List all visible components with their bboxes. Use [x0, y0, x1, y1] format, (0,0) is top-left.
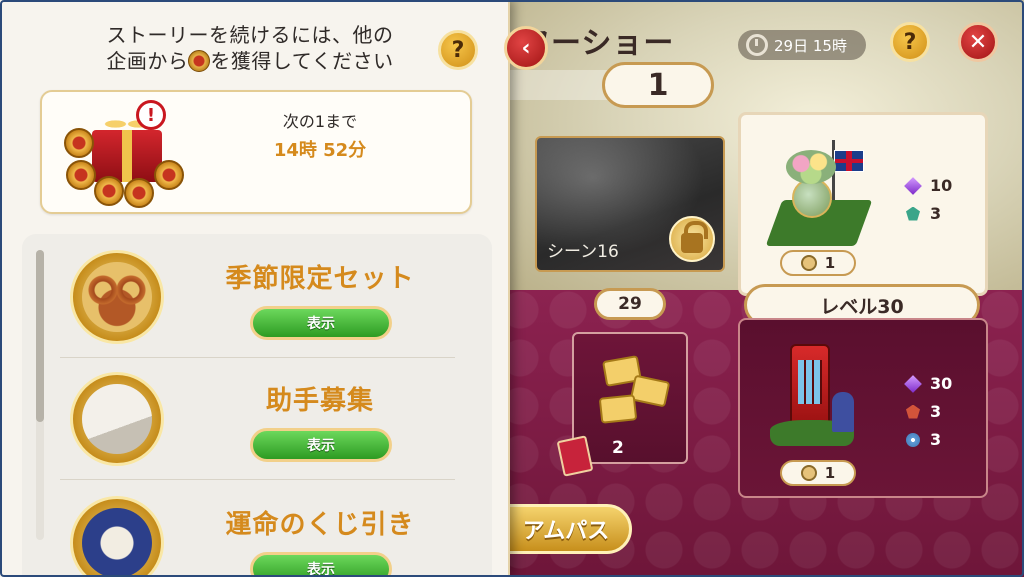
reward-count-top: 1: [780, 250, 856, 276]
chevron-left-icon: ‹: [521, 35, 531, 61]
list-item-seasonal-set[interactable]: 季節限定セット 表示: [60, 238, 455, 358]
event-help-button[interactable]: ?: [890, 22, 930, 62]
reward-rank-top: 3: [906, 204, 941, 223]
reward-gems-bottom: 30: [904, 374, 953, 393]
show-button[interactable]: 表示: [250, 428, 392, 462]
panel-instruction-line1: ストーリーを続けるには、他の: [106, 23, 394, 47]
ticket-icon: [598, 394, 638, 424]
gift-box-icon: [92, 130, 162, 182]
reward-gems-value: 30: [930, 374, 953, 393]
face-token-icon: [800, 465, 817, 481]
event-timer-text: 29日 15時: [774, 36, 847, 55]
pretzel-icon: [70, 250, 164, 344]
gem-icon: [904, 176, 922, 195]
flower-bouquet-illustration: [786, 150, 836, 184]
question-mark-icon: ?: [451, 37, 465, 63]
show-button[interactable]: 表示: [250, 306, 392, 340]
face-token-icon: [800, 255, 817, 271]
level-29-label: 29: [594, 288, 666, 320]
rank-icon: [906, 206, 920, 221]
next-reward-label: 次の1まで: [282, 112, 358, 131]
panel-help-button[interactable]: ?: [438, 30, 478, 70]
coin-icon: [124, 178, 154, 208]
lottery-icon: [70, 496, 164, 577]
event-list-scrollbar[interactable]: [36, 250, 44, 540]
close-icon: ✕: [968, 29, 988, 55]
reward-rank-bottom: 3: [906, 402, 941, 421]
list-item-title: 助手募集: [265, 386, 374, 416]
globe-illustration: [792, 178, 832, 218]
compass-icon: [906, 432, 920, 447]
papers-icon: [70, 372, 164, 466]
reward-count-bottom: 1: [780, 460, 856, 486]
level-reward-card-bottom[interactable]: [738, 318, 988, 498]
event-progress-bar: [510, 70, 610, 100]
event-level-value: 1: [647, 67, 669, 103]
reward-gems-top: 10: [904, 176, 953, 195]
question-mark-icon: ?: [903, 29, 917, 55]
coin-icon: [64, 128, 94, 158]
panel-instruction-line2: 企画から を獲得してください: [106, 49, 394, 73]
list-item-title: 季節限定セット: [225, 264, 415, 294]
union-jack-flag-illustration: [834, 150, 864, 172]
collapse-panel-button[interactable]: ‹: [504, 26, 548, 70]
tickets-reward-card[interactable]: [572, 332, 688, 464]
panel-instruction: ストーリーを続けるには、他の 企画から を獲得してください: [60, 22, 440, 74]
event-level-indicator: 1: [602, 62, 714, 108]
reward-rank-value: 3: [930, 402, 942, 421]
reward-rank-value: 3: [930, 204, 942, 223]
scene-label: シーン16: [547, 242, 619, 262]
reward-compass-value: 3: [930, 430, 942, 449]
list-item-fate-lottery[interactable]: 運命のくじ引き 表示: [60, 484, 455, 577]
list-item-assistant-recruit[interactable]: 助手募集 表示: [60, 360, 455, 480]
divider: [60, 357, 455, 358]
lock-icon: [669, 216, 715, 262]
alert-icon: !: [136, 100, 166, 130]
ticket-icon: [629, 374, 671, 408]
reward-count-value: 1: [824, 464, 836, 482]
phone-booth-illustration: [790, 344, 830, 426]
show-button[interactable]: 表示: [250, 552, 392, 577]
reward-count-value: 1: [824, 254, 836, 272]
divider: [60, 479, 455, 480]
list-item-title: 運命のくじ引き: [225, 510, 415, 540]
gem-icon: [904, 374, 922, 393]
events-side-panel: ストーリーを続けるには、他の 企画から を獲得してください ? ! 次の1まで 1…: [0, 0, 510, 577]
event-timer: 29日 15時: [738, 30, 866, 60]
event-close-button[interactable]: ✕: [958, 22, 998, 62]
gift-illustration: [64, 102, 200, 208]
premium-pass-button[interactable]: アムパス: [500, 504, 632, 554]
coin-icon: [66, 160, 96, 190]
reward-compass-bottom: 3: [906, 430, 941, 449]
coin-icon: [154, 160, 184, 190]
scrollbar-thumb[interactable]: [36, 250, 44, 422]
rank-icon: [906, 404, 920, 419]
coin-icon: [94, 176, 124, 206]
locked-scene-card[interactable]: シーン16: [535, 136, 725, 272]
tickets-count: 2: [612, 438, 624, 458]
figure-illustration: [832, 392, 854, 432]
reward-gems-value: 10: [930, 176, 953, 195]
next-reward-countdown: 14時 52分: [273, 140, 367, 161]
stopwatch-icon: [746, 34, 768, 56]
compass-coin-icon: [188, 50, 211, 72]
